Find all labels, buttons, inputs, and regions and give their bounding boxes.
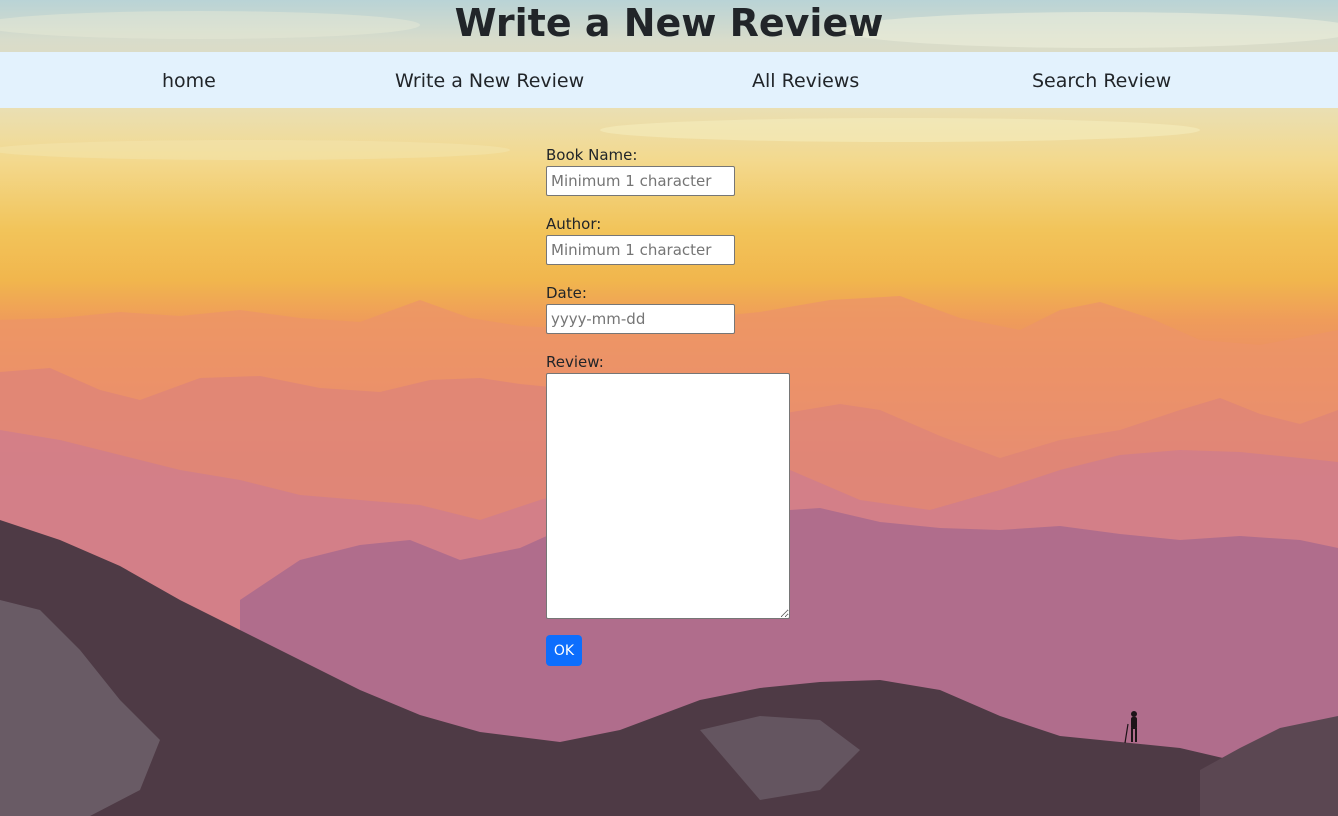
author-label: Author: [546,215,602,233]
main-navbar: home Write a New Review All Reviews Sear… [0,52,1338,108]
book-name-label: Book Name: [546,146,638,164]
review-form: Book Name: Author: Date: Review: OK [546,144,806,666]
nav-link-search-review[interactable]: Search Review [1032,52,1171,108]
page-title: Write a New Review [454,1,884,45]
nav-link-write-new-review[interactable]: Write a New Review [395,52,584,108]
book-name-input[interactable] [546,166,735,196]
author-input[interactable] [546,235,735,265]
nav-link-home[interactable]: home [162,52,216,108]
ok-button[interactable]: OK [546,635,582,666]
review-label: Review: [546,353,604,371]
nav-link-all-reviews[interactable]: All Reviews [752,52,859,108]
review-textarea[interactable] [546,373,790,619]
date-input[interactable] [546,304,735,334]
date-label: Date: [546,284,587,302]
page: Write a New Review home Write a New Revi… [0,0,1338,816]
